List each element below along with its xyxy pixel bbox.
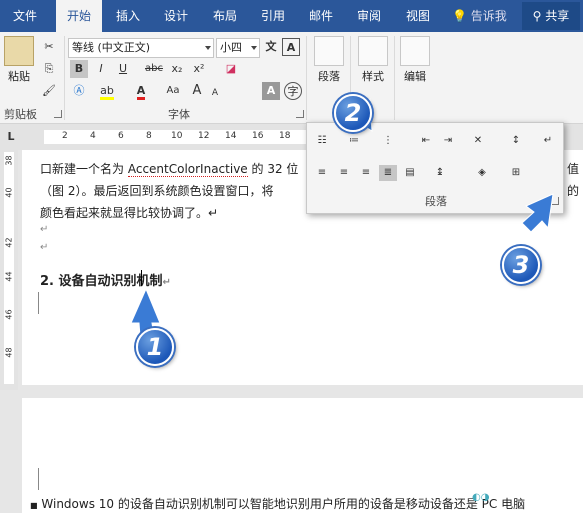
arrow-3 [521, 193, 554, 233]
watermark-logo: ◐◑ [472, 492, 490, 503]
callout-badge-2: 2 [334, 94, 372, 132]
callout-badge-3: 3 [502, 246, 540, 284]
callout-badge-1: 1 [136, 328, 174, 366]
callout-arrows [130, 95, 554, 337]
word-window: 文件 开始 插入 设计 布局 引用 邮件 审阅 视图 💡 告诉我 ⚲ 共享 粘贴… [0, 0, 583, 513]
